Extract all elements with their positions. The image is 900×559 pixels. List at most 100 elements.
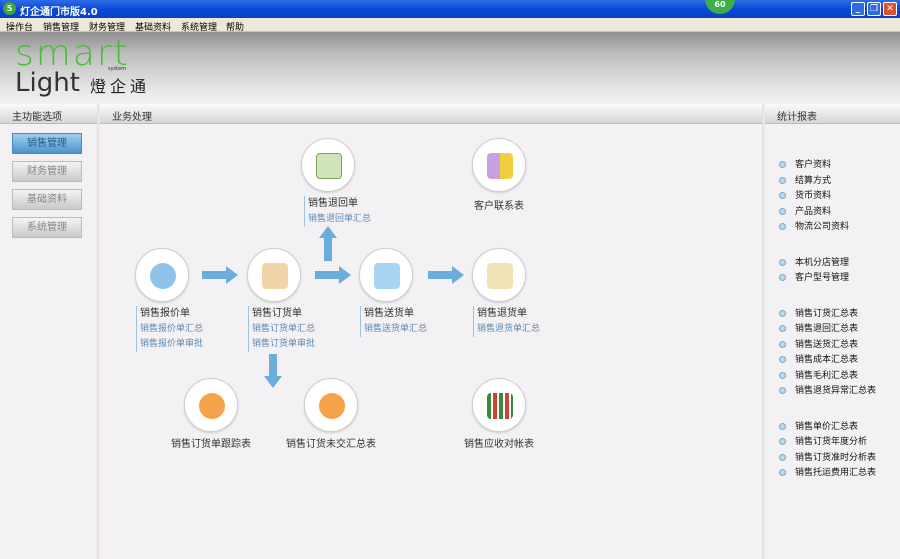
report-item[interactable]: 销售成本汇总表 [779,352,899,365]
report-item-label: 销售订货汇总表 [795,308,859,319]
sales-order-approval-link[interactable]: 销售订货单审批 [252,337,315,352]
report-item-label: 销售送货汇总表 [795,339,859,350]
report-item-label: 销售退货异常汇总表 [795,386,877,396]
right-panel-title: 统计报表 [765,104,900,124]
sales-order-label: 销售订货单销售订货单汇总 销售订货单审批 [248,306,315,352]
sales-return-link[interactable]: 销售退回单 [308,198,358,209]
sales-quote-approval-link[interactable]: 销售报价单审批 [140,337,203,352]
status-badge: 60 [705,0,735,14]
minimize-button[interactable]: _ [851,2,865,16]
bullet-icon [779,274,786,281]
customer-contact-node[interactable] [472,138,526,192]
sales-delivery-link[interactable]: 销售送货单 [364,308,414,319]
report-item-label: 客户资料 [795,160,832,170]
sales-return-summary-link[interactable]: 销售退回单汇总 [308,212,371,227]
report-item[interactable]: 物流公司资料 [779,219,899,232]
order-undelivered-link[interactable]: 销售订货未交汇总表 [261,435,401,450]
report-item[interactable]: 销售退货异常汇总表 [779,383,899,396]
sales-quote-label: 销售报价单销售报价单汇总 销售报价单审批 [136,306,203,352]
app-icon: 5 [3,2,16,15]
left-panel-title: 主功能选项 [0,104,97,124]
report-item-label: 货币资料 [795,191,832,201]
report-item-label: 销售退回汇总表 [795,324,859,334]
report-item[interactable]: 客户型号管理 [779,270,899,283]
report-item[interactable]: 销售订货年度分析 [779,434,899,447]
document-edit-icon [316,153,342,179]
report-item-label: 本机分店管理 [795,257,850,268]
report-item-label: 销售毛利汇总表 [795,370,859,381]
bullet-icon [779,340,786,348]
right-panel: 统计报表 客户资料 结算方式 货币资料 产品资料 物流公司资料 本机分店管理 客户型号管理销… [765,104,900,559]
menu-bar: 操作台 销售管理 财务管理 基础资料 系统管理 帮助 [0,18,900,33]
nav-basic-data[interactable]: 基础资料 [12,189,82,210]
report-item-label: 销售托运费用汇总表 [795,468,877,478]
close-button[interactable]: ✕ [883,2,897,16]
left-panel: 主功能选项 销售管理 财务管理 基础资料 系统管理 [0,104,98,559]
nav-sales[interactable]: 销售管理 [12,133,82,154]
bullet-icon [779,223,786,230]
report-item-label: 销售单价汇总表 [795,421,859,432]
report-item[interactable]: 销售订货汇总表 [779,306,899,319]
sales-returned-goods-link[interactable]: 销售退货单 [477,308,527,319]
receivables-link[interactable]: 销售应收对帐表 [429,435,569,450]
bullet-icon [779,356,786,363]
sales-order-link[interactable]: 销售订货单 [252,308,302,319]
main-panel-title: 业务处理 [100,104,762,124]
sales-returned-goods-label: 销售退货单销售退货单汇总 [473,306,540,337]
logo-light: Light [15,68,80,98]
spreadsheet-icon [487,153,513,179]
order-undelivered-node[interactable] [304,378,358,432]
nav-finance[interactable]: 财务管理 [12,161,82,182]
bullet-icon [779,422,786,430]
title-bar: 5 灯企通门市版4.0 60 _ ❐ ✕ [0,0,900,18]
report-item[interactable]: 销售毛利汇总表 [779,368,899,381]
report-item[interactable]: 销售单价汇总表 [779,419,899,432]
bullet-icon [779,453,786,461]
report-item-label: 销售订货年度分析 [795,437,868,447]
bullet-icon [779,258,786,266]
bullet-icon [779,176,786,184]
report-item-label: 销售订货准时分析表 [795,452,877,463]
report-item-label: 销售成本汇总表 [795,355,859,365]
bullet-icon [779,325,786,332]
sales-returned-goods-node[interactable] [472,248,526,302]
report-item[interactable]: 销售送货汇总表 [779,337,899,350]
sales-order-node[interactable] [247,248,301,302]
clock-document-icon [319,393,345,419]
sales-quote-link[interactable]: 销售报价单 [140,308,190,319]
sales-order-summary-link[interactable]: 销售订货单汇总 [252,322,315,337]
report-item[interactable]: 货币资料 [779,188,899,201]
logo-system: system [108,66,127,72]
report-item[interactable]: 本机分店管理 [779,255,899,268]
customer-contact-link[interactable]: 客户联系表 [429,197,569,212]
user-folder-icon [487,263,513,289]
logo-cn: 燈企通 [90,77,151,96]
sales-return-node[interactable] [301,138,355,192]
bullet-icon [779,192,786,199]
report-item-label: 物流公司资料 [795,222,850,232]
restore-button[interactable]: ❐ [867,2,881,16]
report-item[interactable]: 销售退回汇总表 [779,321,899,334]
order-tracking-link[interactable]: 销售订货单跟踪表 [141,435,281,450]
report-item-label: 结算方式 [795,175,832,186]
report-item[interactable]: 销售订货准时分析表 [779,450,899,463]
receivables-node[interactable] [472,378,526,432]
report-item[interactable]: 销售托运费用汇总表 [779,465,899,478]
report-item[interactable]: 产品资料 [779,204,899,217]
folder-pen-icon [374,263,400,289]
bullet-icon [779,207,786,215]
sales-delivery-label: 销售送货单销售送货单汇总 [360,306,427,337]
sales-quote-summary-link[interactable]: 销售报价单汇总 [140,322,203,337]
sales-delivery-summary-link[interactable]: 销售送货单汇总 [364,322,427,337]
sales-returned-goods-summary-link[interactable]: 销售退货单汇总 [477,322,540,337]
nav-system[interactable]: 系统管理 [12,217,82,238]
order-tracking-node[interactable] [184,378,238,432]
report-item-label: 客户型号管理 [795,273,850,283]
sales-delivery-node[interactable] [359,248,413,302]
report-item[interactable]: 结算方式 [779,173,899,186]
arrow-up-icon [319,226,337,261]
sales-quote-node[interactable] [135,248,189,302]
sales-return-label: 销售退回单销售退回单汇总 [304,196,371,227]
bullet-icon [779,438,786,445]
report-item[interactable]: 客户资料 [779,157,899,170]
